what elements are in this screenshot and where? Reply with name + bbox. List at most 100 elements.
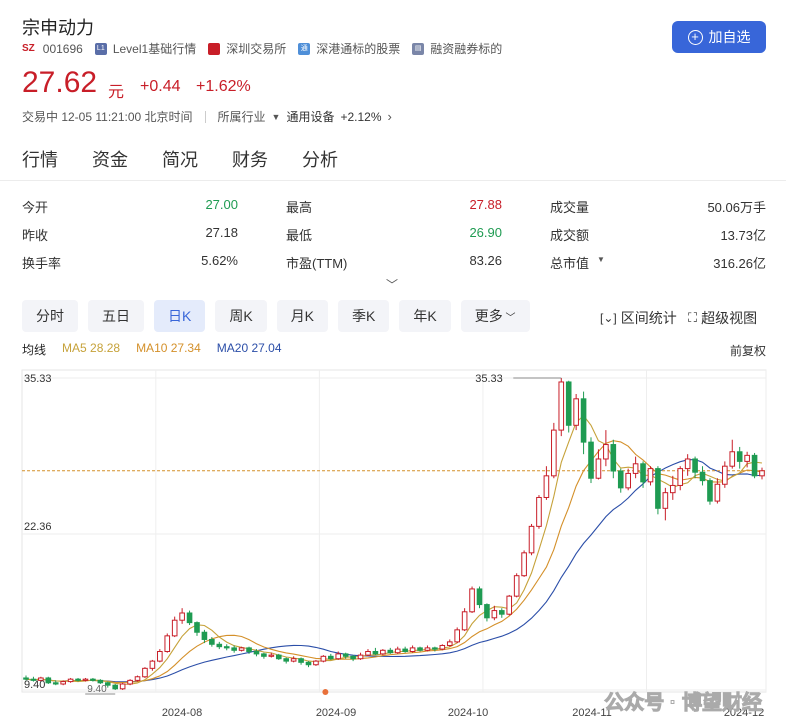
candle-body bbox=[328, 655, 334, 660]
candle-body bbox=[253, 650, 260, 655]
candle-body bbox=[744, 454, 750, 462]
period-daily[interactable]: 日K bbox=[154, 300, 206, 332]
price-unit: 元 bbox=[108, 84, 125, 101]
kline-chart[interactable]: 35.33 22.36 9.40 35.33 9.40 2024-08 2024-09 202… bbox=[0, 360, 786, 728]
industry-name[interactable]: 通用设备 bbox=[286, 108, 334, 125]
candle-body bbox=[580, 398, 587, 443]
candle bbox=[707, 478, 713, 505]
period-weekly[interactable]: 周K bbox=[215, 300, 267, 332]
candle bbox=[60, 680, 66, 686]
candle-body bbox=[536, 496, 542, 527]
period-5day[interactable]: 五日 bbox=[88, 300, 144, 332]
candle bbox=[536, 495, 542, 529]
candle-body bbox=[565, 381, 572, 426]
candle-body bbox=[112, 684, 119, 690]
industry-change[interactable]: +2.12% bbox=[340, 110, 381, 124]
candle bbox=[446, 639, 453, 647]
candle-body bbox=[595, 458, 602, 479]
x-tick-label: 2024-10 bbox=[448, 707, 488, 719]
stat-pe: 83.26 bbox=[469, 253, 502, 268]
candle-body bbox=[736, 451, 743, 462]
candle-body bbox=[461, 611, 468, 631]
legend-label: 均线 bbox=[22, 343, 47, 357]
candle-body bbox=[476, 588, 483, 606]
candle bbox=[298, 657, 304, 665]
tab-quote[interactable]: 行情 bbox=[22, 146, 58, 178]
candle bbox=[736, 446, 743, 469]
candle-body bbox=[171, 619, 178, 637]
candle bbox=[454, 627, 460, 644]
candle-body bbox=[97, 679, 104, 684]
candle bbox=[171, 616, 178, 638]
candle-body bbox=[380, 649, 386, 655]
candle bbox=[402, 646, 408, 653]
candle bbox=[380, 649, 386, 656]
candle-body bbox=[543, 475, 550, 498]
adjust-mode[interactable]: 前复权 bbox=[730, 342, 766, 359]
candle bbox=[617, 468, 624, 493]
level-text[interactable]: Level1基础行情 bbox=[113, 40, 196, 57]
candle-body bbox=[484, 604, 490, 619]
candle bbox=[677, 466, 684, 491]
tab-analysis[interactable]: 分析 bbox=[302, 146, 338, 178]
candle bbox=[365, 649, 371, 657]
candle-body bbox=[506, 595, 513, 615]
candle bbox=[357, 652, 364, 660]
exchange-text[interactable]: 深圳交易所 bbox=[226, 40, 286, 57]
tab-finance[interactable]: 财务 bbox=[232, 146, 268, 178]
stat-label: 市盈(TTM) bbox=[286, 256, 348, 271]
chevron-right-icon[interactable]: › bbox=[388, 109, 392, 124]
x-tick-label: 2024-09 bbox=[316, 707, 356, 719]
candle-body bbox=[223, 646, 230, 649]
candle bbox=[528, 523, 535, 556]
tab-funds[interactable]: 资金 bbox=[92, 146, 128, 178]
candle-body bbox=[454, 629, 460, 643]
add-watchlist-button[interactable]: + 加自选 bbox=[672, 21, 766, 53]
candle bbox=[261, 652, 267, 659]
candle-body bbox=[655, 468, 661, 509]
stock-meta: SZ 001696 L1 Level1基础行情 ★ 深圳交易所 通 深港通标的股… bbox=[22, 40, 502, 57]
candle-body bbox=[424, 647, 431, 651]
margin-text[interactable]: 融资融券标的 bbox=[430, 40, 502, 57]
candle bbox=[67, 677, 74, 683]
candle bbox=[632, 456, 639, 479]
candle-body bbox=[669, 484, 676, 494]
candle bbox=[142, 667, 148, 678]
caret-down-icon[interactable]: ▼ bbox=[597, 255, 605, 264]
candle-body bbox=[216, 643, 223, 648]
candle bbox=[513, 573, 520, 598]
stat-low: 26.90 bbox=[469, 225, 502, 240]
candle-body bbox=[298, 658, 304, 663]
candle bbox=[387, 647, 394, 654]
candle bbox=[290, 656, 297, 663]
fullscreen-icon: ⛶ bbox=[688, 310, 698, 325]
expand-chevron-icon[interactable]: ﹀ bbox=[386, 276, 398, 293]
candle-body bbox=[394, 648, 401, 654]
connect-text[interactable]: 深港通标的股票 bbox=[316, 40, 400, 57]
candle bbox=[722, 461, 728, 488]
period-intraday[interactable]: 分时 bbox=[22, 300, 78, 332]
candle bbox=[45, 676, 52, 684]
candle-body bbox=[684, 458, 691, 470]
connect-icon: 通 bbox=[298, 42, 311, 55]
period-monthly[interactable]: 月K bbox=[276, 300, 329, 332]
period-more[interactable]: 更多 ﹀ bbox=[460, 300, 530, 332]
stat-turnover-rate: 5.62% bbox=[201, 253, 238, 268]
candle-body bbox=[283, 658, 290, 662]
super-view-button[interactable]: ⛶ 超级视图 bbox=[688, 308, 757, 328]
candle-body bbox=[335, 653, 342, 660]
period-quarterly[interactable]: 季K bbox=[338, 300, 390, 332]
candle-body bbox=[610, 444, 617, 472]
candle-body bbox=[432, 647, 438, 650]
trade-status: 交易中 12-05 11:21:00 北京时间 所属行业 ▼ 通用设备 +2.1… bbox=[22, 108, 392, 125]
candle-body bbox=[632, 463, 639, 474]
range-stats-button[interactable]: [⌄] 区间统计 bbox=[600, 308, 677, 328]
legend-ma5: MA5 28.28 bbox=[62, 341, 121, 355]
period-yearly[interactable]: 年K bbox=[399, 300, 451, 332]
candle bbox=[655, 466, 661, 515]
tab-profile[interactable]: 简况 bbox=[162, 146, 198, 178]
candle-body bbox=[521, 552, 527, 577]
candle-body bbox=[157, 650, 163, 662]
candle-body bbox=[439, 644, 446, 650]
stat-prev-close: 27.18 bbox=[205, 225, 238, 240]
